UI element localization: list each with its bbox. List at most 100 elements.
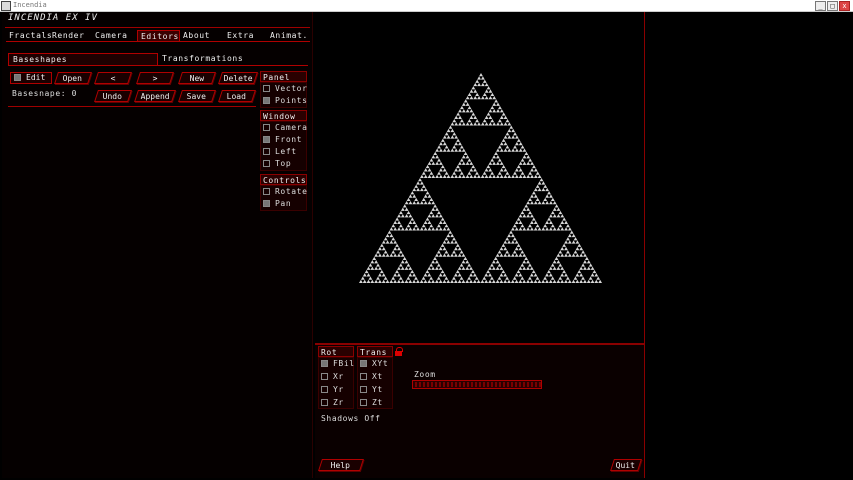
fractal-cell	[461, 174, 466, 178]
fractal-cell	[397, 253, 401, 257]
fractal-cell	[465, 260, 470, 264]
fractal-cell	[469, 168, 474, 172]
option-camera[interactable]: Camera	[261, 122, 308, 134]
sierpinski-fractal	[359, 73, 602, 283]
tab-extra[interactable]: Extra	[224, 30, 268, 42]
option-xt[interactable]: Xt	[358, 371, 383, 383]
load-button[interactable]: Load	[218, 90, 256, 102]
quit-button[interactable]: Quit	[610, 459, 642, 471]
close-button[interactable]: x	[839, 1, 850, 11]
fractal-cell	[503, 174, 508, 178]
save-button[interactable]: Save	[178, 90, 216, 102]
fractal-cell	[467, 263, 472, 267]
fractal-cell	[378, 273, 382, 277]
fractal-cell	[421, 197, 426, 201]
option-top[interactable]: Top	[261, 158, 291, 170]
fractal-cell	[423, 227, 428, 231]
option-fbil-label: FBil	[333, 359, 355, 368]
new-button[interactable]: New	[178, 72, 216, 84]
tab-render[interactable]: Render	[49, 30, 92, 42]
fractal-cell	[477, 76, 481, 80]
shadows-setting[interactable]: Shadows Off	[321, 414, 381, 423]
tab-camera[interactable]: Camera	[92, 30, 137, 42]
option-xr[interactable]: Xr	[319, 371, 344, 383]
maximize-button[interactable]: □	[827, 1, 838, 11]
prev-button[interactable]: <	[94, 72, 132, 84]
fractal-cell	[537, 181, 542, 185]
option-xyt[interactable]: XYt	[358, 358, 388, 370]
fractal-cell	[560, 253, 565, 257]
fractal-cell	[529, 279, 534, 283]
option-yt[interactable]: Yt	[358, 384, 383, 396]
fractal-cell	[564, 246, 568, 251]
option-points[interactable]: Points	[261, 95, 308, 107]
zoom-slider-segment	[427, 382, 429, 387]
fractal-cell	[571, 279, 576, 283]
fractal-cell	[543, 197, 548, 201]
fractal-cell	[461, 253, 466, 257]
fractal-cell	[389, 253, 394, 257]
zoom-slider[interactable]	[412, 380, 542, 389]
fractal-cell	[533, 227, 538, 231]
fractal-cell	[459, 158, 464, 162]
open-button[interactable]: Open	[54, 72, 92, 84]
edit-toggle[interactable]: Edit	[10, 72, 52, 84]
option-zr[interactable]: Zr	[319, 397, 344, 409]
tab-fractals[interactable]: Fractals	[6, 30, 52, 42]
fractal-cell	[495, 161, 500, 165]
fractal-cell	[408, 220, 413, 224]
option-yr[interactable]: Yr	[319, 384, 344, 396]
fractal-viewport[interactable]	[315, 12, 645, 344]
fractal-cell	[400, 207, 405, 211]
tab-animat[interactable]: Animat.	[267, 30, 310, 42]
zoom-slider-segment	[503, 382, 505, 387]
fractal-cell	[552, 207, 557, 211]
fractal-cell	[541, 181, 546, 185]
fractal-cell	[499, 141, 504, 146]
fractal-cell	[499, 174, 504, 178]
option-zt[interactable]: Zt	[358, 397, 383, 409]
fractal-cell	[480, 122, 485, 126]
fractal-cell	[588, 276, 593, 280]
option-fbil[interactable]: FBil	[319, 358, 355, 370]
fractal-cell	[391, 237, 396, 241]
fractal-cell	[397, 266, 401, 270]
tab-editors[interactable]: Editors	[137, 30, 180, 42]
fractal-cell	[531, 269, 536, 274]
fractal-cell	[374, 266, 379, 270]
fractal-cell	[458, 115, 462, 119]
next-button[interactable]: >	[136, 72, 174, 84]
fractal-cell	[397, 214, 401, 218]
subtab-baseshapes[interactable]: Baseshapes	[8, 53, 158, 66]
fractal-cell	[579, 273, 584, 277]
fractal-cell	[552, 214, 557, 218]
tab-about[interactable]: About	[180, 30, 224, 42]
fractal-cell	[581, 250, 585, 254]
fractal-cell	[499, 109, 504, 113]
option-rotate[interactable]: Rotate	[261, 186, 308, 198]
fractal-cell	[439, 141, 443, 146]
subtab-transformations[interactable]: Transformations	[158, 53, 308, 66]
fractal-cell	[522, 279, 527, 283]
append-button[interactable]: Append	[134, 90, 176, 102]
fractal-cell	[490, 118, 495, 123]
option-pan[interactable]: Pan	[261, 198, 291, 210]
fractal-cell	[575, 273, 580, 277]
help-button[interactable]: Help	[318, 459, 364, 471]
lock-icon[interactable]	[395, 351, 402, 356]
fractal-cell	[583, 266, 587, 270]
fractal-cell	[556, 214, 561, 218]
undo-button[interactable]: Undo	[94, 90, 132, 102]
fractal-cell	[429, 197, 434, 201]
fractal-cell	[573, 237, 578, 241]
delete-button[interactable]: Delete	[218, 72, 258, 84]
fractal-cell	[522, 148, 527, 152]
fractal-cell	[421, 171, 426, 175]
option-left[interactable]: Left	[261, 146, 297, 158]
option-front[interactable]: Front	[261, 134, 302, 146]
minimize-button[interactable]: _	[815, 1, 826, 11]
fractal-cell	[571, 253, 576, 257]
option-vector[interactable]: Vector	[261, 83, 308, 95]
fractal-cell	[490, 105, 495, 110]
fractal-cell	[419, 279, 424, 283]
